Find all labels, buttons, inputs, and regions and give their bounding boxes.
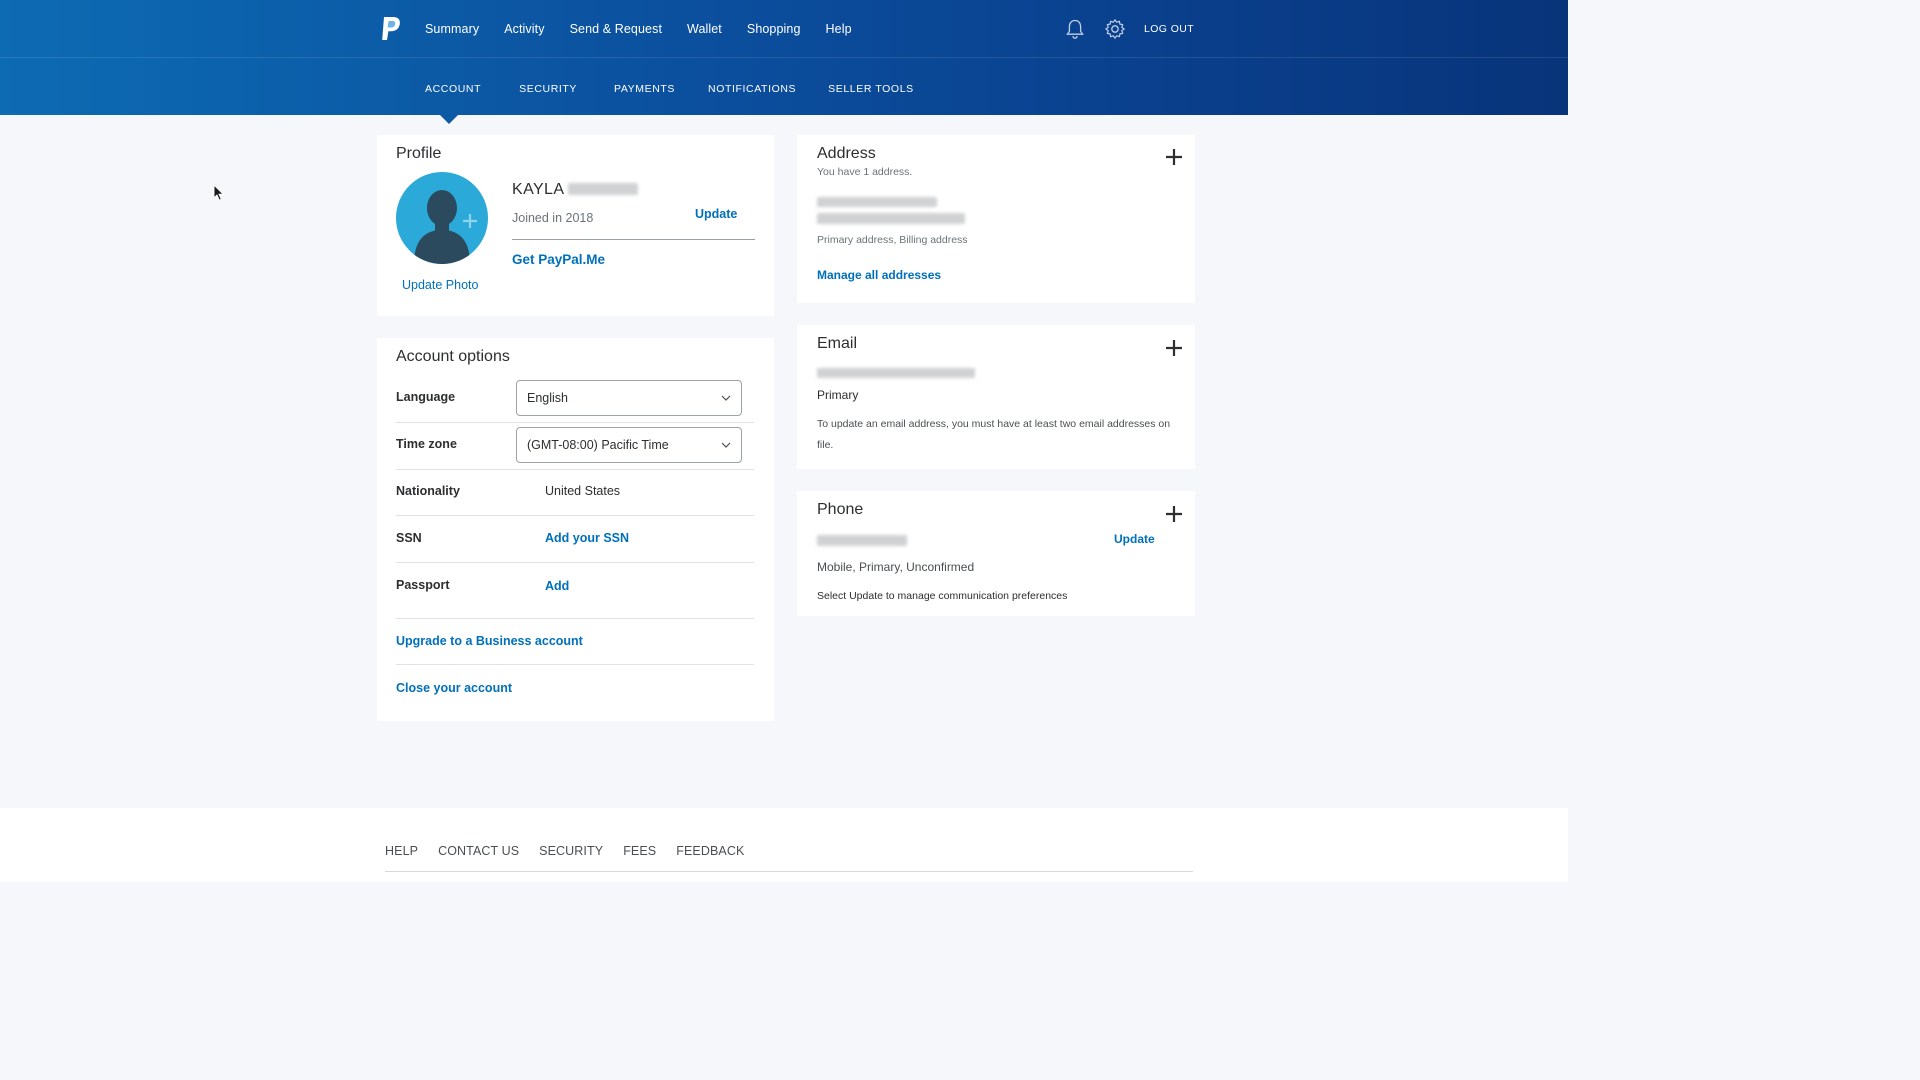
tab-seller-tools[interactable]: SELLER TOOLS [828,82,914,96]
tab-payments[interactable]: PAYMENTS [614,82,675,96]
options-divider [396,422,754,423]
account-options-card: Account options Language English Time zo… [377,338,774,721]
language-label: Language [396,390,456,404]
phone-title: Phone [817,501,864,518]
profile-card: Profile Update Photo KAYLA Joined in 201… [377,135,774,316]
options-divider [396,469,754,470]
chevron-down-icon [721,395,731,401]
footer-fees-link[interactable]: FEES [623,844,656,858]
logout-button[interactable]: LOG OUT [1144,23,1194,35]
options-divider [396,664,754,665]
nationality-value: United States [545,484,621,498]
header-actions: LOG OUT [1064,18,1194,40]
timezone-label: Time zone [396,437,457,451]
footer-security-link[interactable]: SECURITY [539,844,603,858]
add-phone-plus-icon[interactable] [1165,505,1183,523]
language-value: English [527,391,568,405]
avatar[interactable] [396,172,488,264]
phone-preferences-note: Select Update to manage communication pr… [817,590,1068,602]
add-passport-link[interactable]: Add [545,579,569,593]
footer-links: HELP CONTACT US SECURITY FEES FEEDBACK [385,844,764,858]
close-account-link[interactable]: Close your account [396,681,512,695]
redacted-address-line [817,197,937,207]
language-select[interactable]: English [516,380,742,416]
address-type: Primary address, Billing address [817,234,968,246]
tab-account[interactable]: ACCOUNT [425,82,481,96]
header-divider [0,57,1568,58]
get-paypalme-link[interactable]: Get PayPal.Me [512,252,605,267]
email-note: To update an email address, you must hav… [817,418,1171,451]
account-options-title: Account options [396,348,510,365]
footer-help-link[interactable]: HELP [385,844,418,858]
email-status: Primary [817,388,859,402]
account-subnav: ACCOUNT SECURITY PAYMENTS NOTIFICATIONS … [425,82,952,96]
manage-addresses-link[interactable]: Manage all addresses [817,268,941,282]
nav-shopping[interactable]: Shopping [747,20,801,38]
update-photo-link[interactable]: Update Photo [402,278,478,292]
footer-feedback-link[interactable]: FEEDBACK [676,844,744,858]
add-photo-icon[interactable] [463,214,477,228]
tab-security[interactable]: SECURITY [519,82,577,96]
profile-divider [512,239,755,240]
chevron-down-icon [721,442,731,448]
address-title: Address [817,145,876,162]
add-email-plus-icon[interactable] [1165,339,1183,357]
joined-date: Joined in 2018 [512,211,594,225]
nav-send-request[interactable]: Send & Request [570,20,662,38]
profile-update-link[interactable]: Update [695,207,737,221]
phone-card: Phone Update Mobile, Primary, Unconfirme… [797,491,1195,616]
nav-help[interactable]: Help [826,20,852,38]
mouse-cursor-icon [213,184,225,201]
address-card: Address You have 1 address. Primary addr… [797,135,1195,303]
options-divider [396,618,754,619]
profile-name: KAYLA [512,181,565,198]
footer-divider [385,871,1193,872]
phone-update-link[interactable]: Update [1114,532,1155,546]
passport-label: Passport [396,578,450,592]
redacted-email [817,368,975,378]
active-tab-indicator [440,115,458,124]
options-divider [396,515,754,516]
timezone-select[interactable]: (GMT-08:00) Pacific Time [516,427,742,463]
bell-icon[interactable] [1064,18,1086,40]
add-ssn-link[interactable]: Add your SSN [545,531,629,545]
paypal-logo-icon[interactable] [380,16,402,42]
nav-activity[interactable]: Activity [504,20,544,38]
footer-contact-link[interactable]: CONTACT US [438,844,519,858]
timezone-value: (GMT-08:00) Pacific Time [527,438,669,452]
top-header: Summary Activity Send & Request Wallet S… [0,0,1568,115]
address-count: You have 1 address. [817,166,913,178]
page-footer: HELP CONTACT US SECURITY FEES FEEDBACK [0,808,1568,882]
profile-title: Profile [396,145,442,162]
add-address-plus-icon[interactable] [1165,148,1183,166]
redacted-address-line [817,213,965,224]
redacted-surname [568,183,638,195]
phone-type: Mobile, Primary, Unconfirmed [817,560,975,574]
upgrade-business-link[interactable]: Upgrade to a Business account [396,634,583,648]
primary-nav: Summary Activity Send & Request Wallet S… [425,20,877,38]
email-title: Email [817,335,858,352]
tab-notifications[interactable]: NOTIFICATIONS [708,82,796,96]
nav-wallet[interactable]: Wallet [687,20,722,38]
gear-icon[interactable] [1104,18,1126,40]
ssn-label: SSN [396,531,422,545]
options-divider [396,562,754,563]
nav-summary[interactable]: Summary [425,20,479,38]
email-card: Email Primary To update an email address… [797,325,1195,469]
nationality-label: Nationality [396,484,460,498]
redacted-phone-number [817,535,907,546]
